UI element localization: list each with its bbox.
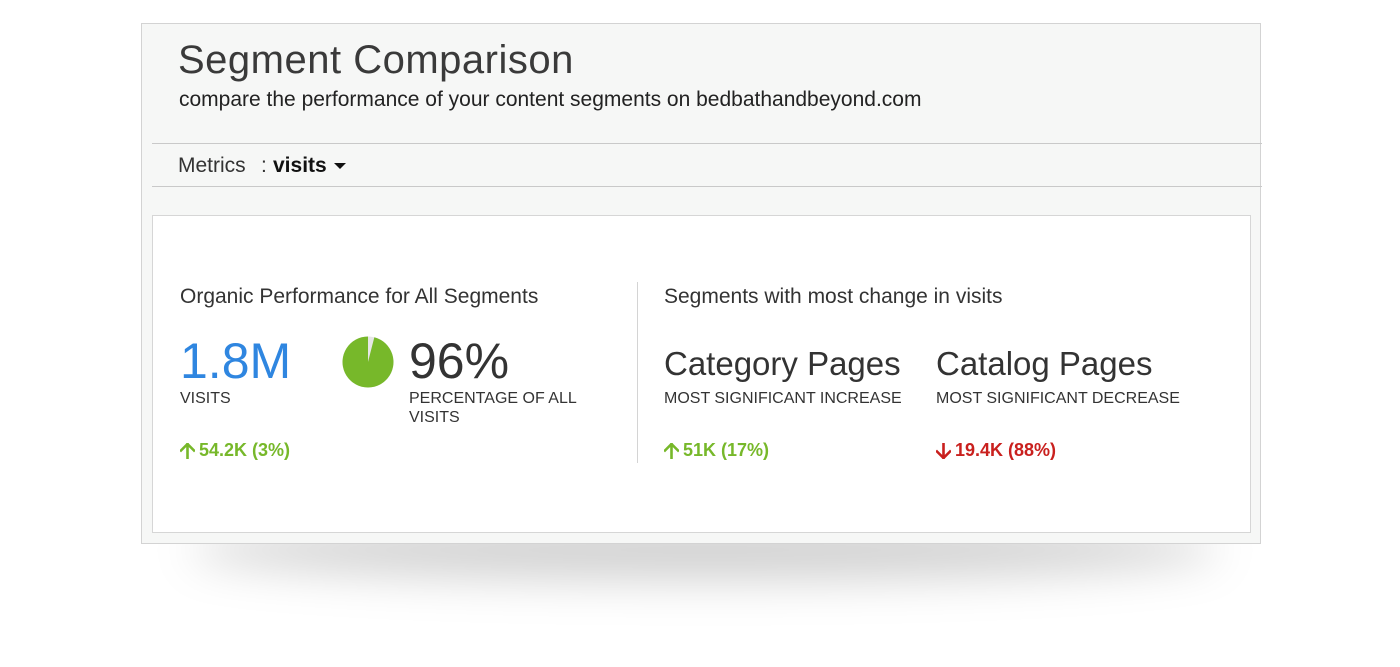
- arrow-up-icon: [180, 442, 195, 459]
- section-divider: [637, 282, 638, 463]
- metrics-selected-value: visits: [273, 154, 327, 177]
- metrics-separator: :: [261, 154, 267, 177]
- metrics-bar: Metrics : visits: [152, 143, 1262, 187]
- arrow-down-icon: [936, 442, 951, 459]
- visits-delta: 54.2K (3%): [180, 440, 290, 461]
- caret-down-icon: [333, 163, 346, 169]
- increase-delta-text: 51K (17%): [683, 440, 770, 460]
- increase-label: MOST SIGNIFICANT INCREASE: [664, 390, 902, 407]
- decrease-delta: 19.4K (88%): [936, 440, 1056, 461]
- percentage-value: 96%: [409, 333, 510, 389]
- overall-heading: Organic Performance for All Segments: [180, 285, 539, 308]
- segment-comparison-panel: Segment Comparison compare the performan…: [141, 23, 1262, 544]
- percentage-label: PERCENTAGE OF ALL VISITS: [409, 390, 577, 426]
- page-title: Segment Comparison: [178, 38, 574, 82]
- page-subtitle: compare the performance of your content …: [179, 88, 922, 111]
- increase-delta: 51K (17%): [664, 440, 769, 461]
- decrease-label: MOST SIGNIFICANT DECREASE: [936, 390, 1180, 407]
- increase-segment-name: Category Pages: [664, 345, 901, 382]
- percentage-pie-chart: [342, 336, 394, 388]
- visits-label: VISITS: [180, 390, 231, 407]
- metrics-label: Metrics: [178, 154, 246, 177]
- decrease-delta-text: 19.4K (88%): [955, 440, 1057, 460]
- pie-share-slice: [342, 336, 394, 388]
- visits-value: 1.8M: [180, 333, 292, 389]
- decrease-segment-name: Catalog Pages: [936, 345, 1153, 382]
- visits-delta-text: 54.2K (3%): [199, 440, 291, 460]
- metrics-dropdown[interactable]: visits: [273, 154, 346, 178]
- summary-card: Organic Performance for All Segments 1.8…: [152, 215, 1251, 533]
- changes-heading: Segments with most change in visits: [664, 285, 1003, 308]
- arrow-up-icon: [664, 442, 679, 459]
